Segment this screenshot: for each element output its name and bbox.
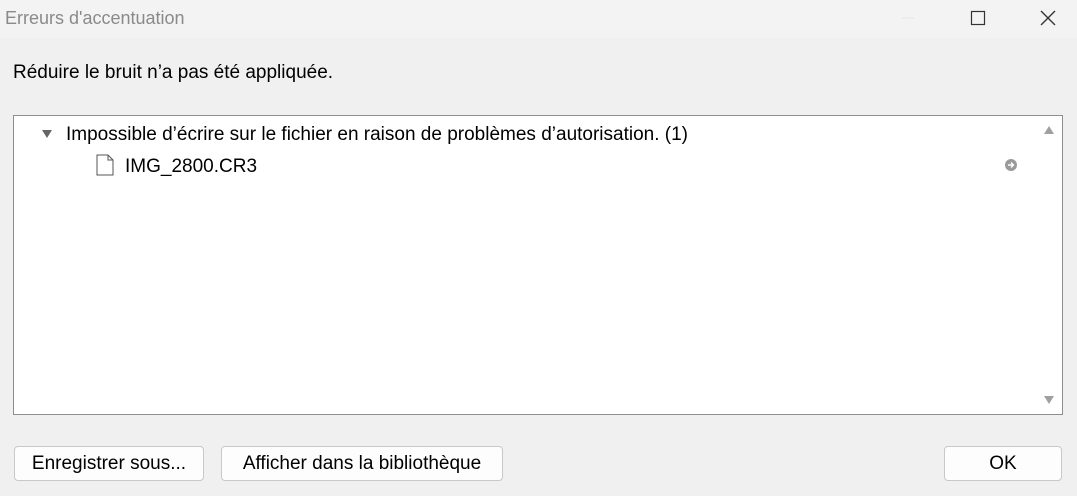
close-button[interactable] [1025, 0, 1071, 36]
file-name: IMG_2800.CR3 [125, 156, 258, 177]
error-tree-panel: Impossible d’écrire sur le fichier en ra… [13, 115, 1063, 415]
error-group-label: Impossible d’écrire sur le fichier en ra… [66, 124, 689, 145]
maximize-icon [970, 10, 986, 26]
error-dialog: Erreurs d'accentuation Réduire le bruit … [0, 0, 1077, 496]
ok-button[interactable]: OK [944, 446, 1062, 481]
minimize-button[interactable] [885, 0, 931, 36]
file-row[interactable]: IMG_2800.CR3 [14, 153, 1034, 181]
minimize-icon [902, 17, 914, 19]
show-in-library-button[interactable]: Afficher dans la bibliothèque [221, 446, 503, 481]
maximize-button[interactable] [955, 0, 1001, 36]
close-icon [1040, 10, 1056, 26]
collapse-arrow-icon[interactable] [42, 130, 52, 138]
title-bar: Erreurs d'accentuation [0, 0, 1077, 38]
error-group-row[interactable]: Impossible d’écrire sur le fichier en ra… [14, 121, 1034, 149]
scroll-up-icon[interactable] [1044, 126, 1054, 134]
window-title: Erreurs d'accentuation [5, 8, 185, 28]
file-icon [96, 154, 114, 176]
vertical-scrollbar[interactable] [1036, 116, 1062, 414]
goto-arrow-icon[interactable] [1004, 158, 1018, 172]
error-message: Réduire le bruit n’a pas été appliquée. [13, 62, 334, 83]
scroll-down-icon[interactable] [1044, 396, 1054, 404]
save-as-button[interactable]: Enregistrer sous... [14, 446, 204, 481]
